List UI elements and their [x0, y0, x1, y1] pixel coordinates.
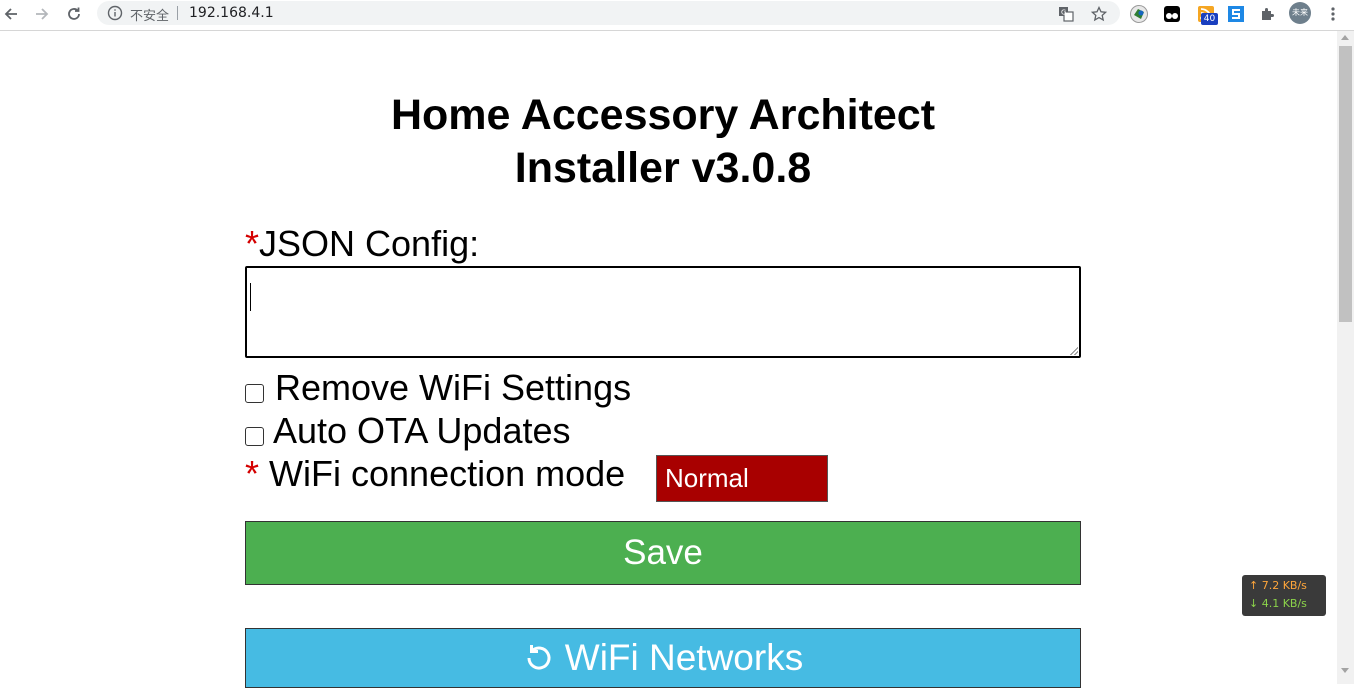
extension-globe-icon[interactable] — [1129, 4, 1149, 24]
omnibox-divider — [177, 6, 178, 20]
wifi-mode-select[interactable]: Normal — [656, 455, 828, 502]
address-bar[interactable]: 不安全 192.168.4.1 G — [97, 1, 1120, 25]
page-title: Home Accessory Architect Installer v3.0.… — [245, 89, 1081, 195]
translate-icon[interactable]: G — [1057, 5, 1075, 23]
download-speed: ↓ 4.1 KB/s — [1249, 597, 1307, 610]
wifi-networks-label: WiFi Networks — [564, 637, 804, 678]
browser-toolbar: 不安全 192.168.4.1 G 40 未来 — [0, 0, 1354, 31]
forward-button[interactable] — [31, 3, 53, 25]
back-button[interactable] — [0, 3, 22, 25]
resize-handle[interactable] — [1070, 347, 1078, 355]
reload-button[interactable] — [63, 3, 85, 25]
json-config-textarea[interactable] — [245, 266, 1081, 358]
title-line-2: Installer v3.0.8 — [514, 144, 812, 192]
refresh-icon — [527, 645, 551, 670]
title-line-1: Home Accessory Architect — [390, 91, 936, 139]
text-caret — [250, 283, 251, 311]
wifi-networks-button[interactable]: WiFi Networks — [245, 628, 1081, 688]
bookmark-star-icon[interactable] — [1090, 5, 1108, 23]
extension-badge-count: 40 — [1201, 13, 1218, 25]
profile-avatar[interactable]: 未来 — [1289, 2, 1311, 24]
extensions-puzzle-icon[interactable] — [1258, 4, 1278, 24]
remove-wifi-label[interactable]: Remove WiFi Settings — [275, 368, 631, 408]
upload-speed: ↑ 7.2 KB/s — [1249, 579, 1307, 592]
back-arrow-icon — [4, 8, 17, 20]
scrollbar-thumb[interactable] — [1339, 46, 1352, 322]
security-label[interactable]: 不安全 — [130, 5, 169, 24]
json-config-label: JSON Config: — [259, 223, 480, 264]
wifi-mode-label-row: * WiFi connection mode — [245, 454, 625, 494]
auto-ota-label[interactable]: Auto OTA Updates — [273, 411, 571, 451]
info-icon[interactable] — [107, 5, 123, 21]
scroll-up-arrow-icon[interactable] — [1341, 35, 1349, 40]
wifi-mode-value: Normal — [665, 463, 749, 493]
required-marker: * — [245, 223, 260, 264]
extension-tampermonkey-icon[interactable] — [1162, 4, 1182, 24]
menu-kebab-icon[interactable] — [1323, 4, 1343, 24]
remove-wifi-checkbox[interactable] — [245, 384, 264, 403]
wifi-mode-label: WiFi connection mode — [269, 453, 626, 494]
json-config-label-row: *JSON Config: — [245, 224, 479, 264]
reload-icon — [68, 7, 80, 20]
svg-text:G: G — [1061, 9, 1066, 17]
forward-arrow-icon — [36, 8, 49, 20]
required-marker: * — [245, 453, 260, 494]
network-speed-widget: ↑ 7.2 KB/s ↓ 4.1 KB/s — [1242, 575, 1326, 616]
url-text[interactable]: 192.168.4.1 — [189, 5, 274, 21]
auto-ota-checkbox[interactable] — [245, 427, 264, 446]
scroll-down-arrow-icon[interactable] — [1341, 668, 1349, 673]
extension-s-icon[interactable] — [1226, 4, 1246, 24]
save-button[interactable]: Save — [245, 521, 1081, 585]
